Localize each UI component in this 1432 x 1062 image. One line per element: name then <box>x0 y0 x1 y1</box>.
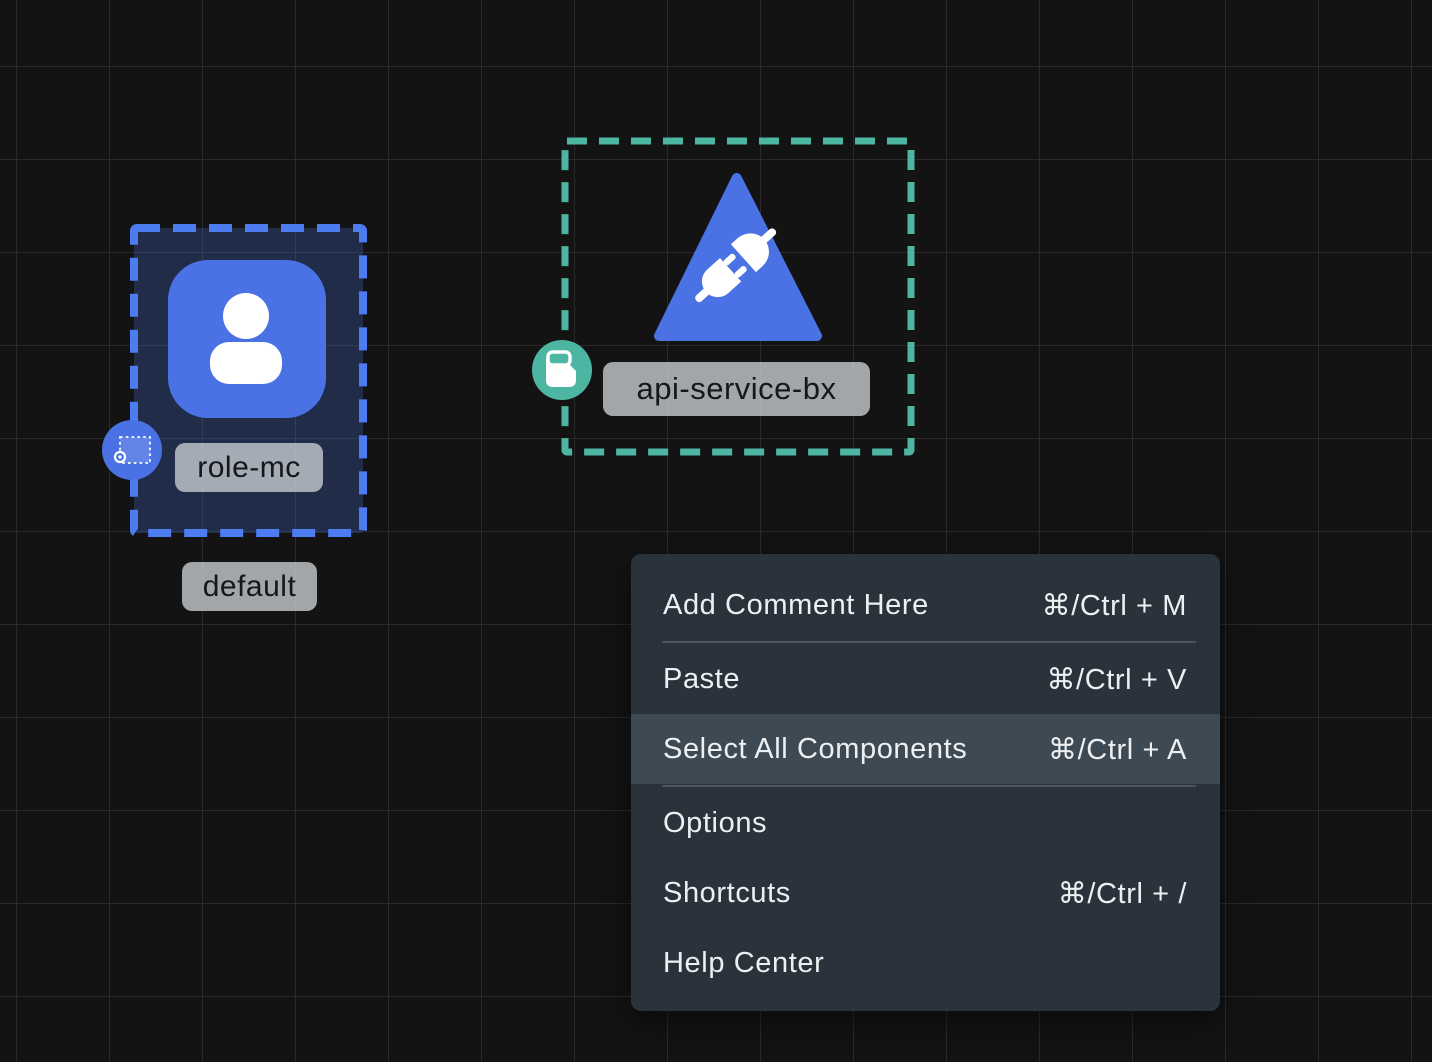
menu-item-shortcut: ⌘/Ctrl + A <box>1048 732 1187 767</box>
menu-item-options[interactable]: Options <box>631 788 1220 858</box>
menu-item-label: Paste <box>663 663 740 696</box>
menu-item-label: Shortcuts <box>663 877 791 910</box>
menu-item-label: Select All Components <box>663 733 967 766</box>
menu-divider <box>662 641 1196 643</box>
menu-divider <box>662 785 1196 787</box>
diagram-canvas[interactable]: role-mc default <box>0 0 1432 1062</box>
role-node-icon-square[interactable] <box>168 260 326 418</box>
menu-item-shortcut: ⌘/Ctrl + V <box>1046 662 1187 697</box>
marquee-selection-badge[interactable] <box>102 420 162 480</box>
role-node-label[interactable]: role-mc <box>175 443 323 492</box>
save-disk-icon <box>533 341 591 399</box>
save-disk-badge[interactable] <box>532 340 592 400</box>
menu-item-label: Options <box>663 807 767 840</box>
menu-item-help-center[interactable]: Help Center <box>631 928 1220 998</box>
role-group-label[interactable]: default <box>182 562 317 611</box>
menu-item-add-comment[interactable]: Add Comment Here ⌘/Ctrl + M <box>631 570 1220 640</box>
menu-item-label: Help Center <box>663 947 824 980</box>
api-node-triangle[interactable] <box>648 168 826 346</box>
marquee-selection-icon <box>103 421 161 479</box>
menu-item-label: Add Comment Here <box>663 589 929 622</box>
menu-item-shortcut: ⌘/Ctrl + M <box>1042 588 1187 623</box>
menu-item-shortcut: ⌘/Ctrl + / <box>1058 876 1187 911</box>
menu-item-select-all-components[interactable]: Select All Components ⌘/Ctrl + A <box>631 714 1220 784</box>
menu-item-shortcuts[interactable]: Shortcuts ⌘/Ctrl + / <box>631 858 1220 928</box>
user-icon <box>168 260 326 418</box>
context-menu: Add Comment Here ⌘/Ctrl + M Paste ⌘/Ctrl… <box>631 554 1220 1011</box>
menu-item-paste[interactable]: Paste ⌘/Ctrl + V <box>631 644 1220 714</box>
api-node-label[interactable]: api-service-bx <box>603 362 870 416</box>
